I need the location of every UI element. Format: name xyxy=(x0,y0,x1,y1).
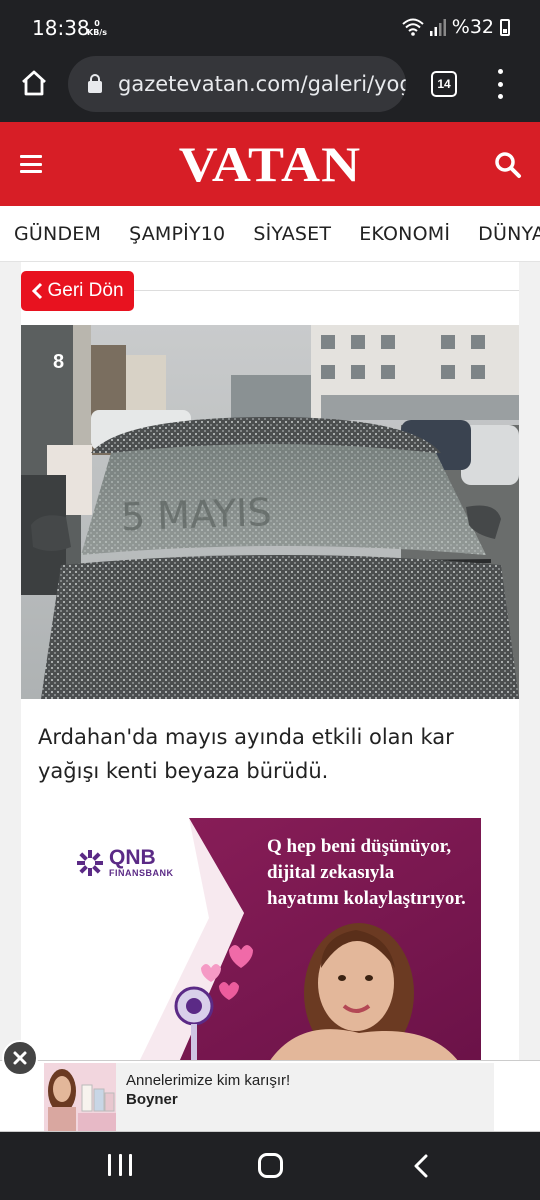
qnb-logo: QNB FINANSBANK xyxy=(75,846,174,878)
photo-caption: Ardahan'da mayıs ayında etkili olan kar … xyxy=(38,725,454,783)
nav-item-sampiy10[interactable]: ŞAMPİY10 xyxy=(115,223,239,245)
bottom-ad-title: Annelerimize kim karışır! xyxy=(126,1072,291,1089)
bottom-ad-content[interactable]: Annelerimize kim karışır! Boyner xyxy=(44,1063,494,1131)
search-icon[interactable] xyxy=(494,151,522,179)
net-speed-value: 0 xyxy=(94,19,100,28)
ad-line-2: dijital zekasıyla xyxy=(267,862,395,883)
sticky-bottom-ad[interactable]: Annelerimize kim karışır! Boyner xyxy=(0,1060,540,1132)
gallery-content: Geri Dön 5 MAYIS 8 Ardahan'da mayıs ayın… xyxy=(21,262,519,1062)
hamburger-icon[interactable] xyxy=(20,155,42,173)
qnb-logo-text: QNB xyxy=(109,846,156,869)
chevron-left-icon xyxy=(32,282,43,300)
qnb-logo-icon xyxy=(77,850,103,876)
status-bar: 18:38 0 KB/s %32 xyxy=(0,0,540,56)
nav-item-siyaset[interactable]: SİYASET xyxy=(239,223,345,245)
nav-item-ekonomi[interactable]: EKONOMİ xyxy=(345,223,464,245)
net-speed-indicator: 0 KB/s xyxy=(87,19,107,37)
system-nav-bar xyxy=(0,1132,540,1200)
net-speed-unit: KB/s xyxy=(87,28,107,37)
close-icon[interactable] xyxy=(2,1040,38,1076)
url-bar[interactable]: gazetevatan.com/galeri/yog xyxy=(68,56,406,112)
ad-line-1: Q hep beni düşünüyor, xyxy=(267,836,452,857)
nav-item-gundem[interactable]: GÜNDEM xyxy=(0,223,115,245)
ad-banner[interactable]: QNB FINANSBANK Q hep beni düşünüyor, dij… xyxy=(59,818,481,1062)
site-logo[interactable]: VATAN xyxy=(162,136,378,192)
bottom-ad-brand: Boyner xyxy=(126,1091,178,1108)
wifi-icon xyxy=(402,18,424,36)
ad-headline: Q hep beni düşünüyor, dijital zekasıyla … xyxy=(267,834,477,912)
home-circle-icon[interactable] xyxy=(258,1153,283,1178)
bottom-ad-image xyxy=(44,1063,116,1131)
site-header: VATAN xyxy=(0,122,540,206)
qnb-logo-subtext: FINANSBANK xyxy=(109,868,174,878)
gallery-photo[interactable]: 5 MAYIS 8 xyxy=(21,325,519,699)
nav-item-dunya[interactable]: DÜNYA xyxy=(464,223,540,245)
back-icon[interactable] xyxy=(412,1154,430,1178)
home-icon[interactable] xyxy=(20,69,48,97)
tab-switcher-button[interactable]: 14 xyxy=(431,71,457,97)
tab-count: 14 xyxy=(437,77,451,91)
lock-icon xyxy=(88,73,102,93)
photo-number: 8 xyxy=(53,351,65,373)
back-button-label: Geri Dön xyxy=(47,280,124,301)
status-time: 18:38 xyxy=(32,16,90,40)
back-button[interactable]: Geri Dön xyxy=(21,271,134,311)
more-vert-icon[interactable] xyxy=(490,69,510,99)
category-nav: GÜNDEM ŞAMPİY10 SİYASET EKONOMİ DÜNYA xyxy=(0,206,540,262)
battery-percent: %32 xyxy=(451,16,494,38)
battery-icon xyxy=(500,18,510,36)
divider xyxy=(134,290,519,291)
signal-icon xyxy=(429,19,446,36)
recent-apps-icon[interactable] xyxy=(108,1154,132,1176)
browser-toolbar: gazetevatan.com/galeri/yog 14 xyxy=(0,56,540,122)
status-icons: %32 xyxy=(402,16,510,38)
ad-line-3: hayatımı kolaylaştırıyor. xyxy=(267,888,466,909)
url-text: gazetevatan.com/galeri/yog xyxy=(118,72,406,96)
svg-text:5 MAYIS: 5 MAYIS xyxy=(120,490,272,539)
